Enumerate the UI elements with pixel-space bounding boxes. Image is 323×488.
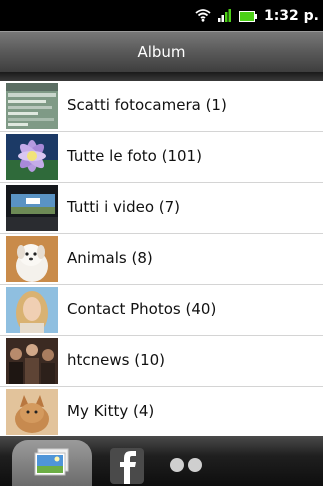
album-row-htcnews[interactable]: htcnews (10) — [0, 336, 323, 387]
album-row-contact-photos[interactable]: Contact Photos (40) — [0, 285, 323, 336]
album-label: Contact Photos (40) — [67, 300, 217, 318]
album-label: Animals (8) — [67, 249, 153, 267]
album-label: Scatti fotocamera (1) — [67, 96, 227, 114]
album-label: Tutti i video (7) — [67, 198, 181, 216]
album-row-my-kitty[interactable]: My Kitty (4) — [0, 387, 323, 436]
album-label: Tutte le foto (101) — [67, 147, 202, 165]
album-label: My Kitty (4) — [67, 402, 155, 420]
photo-gallery-icon — [34, 448, 70, 482]
album-thumbnail-flower — [6, 134, 58, 180]
album-thumbnail-white-dog — [6, 236, 58, 282]
album-thumbnail-crowd — [6, 338, 58, 384]
album-thumbnail-camera-shot — [6, 83, 58, 129]
signal-icon — [217, 7, 232, 26]
album-thumbnail-kitten — [6, 389, 58, 435]
status-bar: 1:32 p. — [0, 0, 323, 31]
album-row-animals[interactable]: Animals (8) — [0, 234, 323, 285]
title-bar: Album — [0, 31, 323, 72]
tab-flickr[interactable] — [160, 440, 220, 486]
header-divider — [0, 72, 323, 81]
wifi-icon — [195, 7, 211, 26]
tab-gallery[interactable] — [12, 440, 92, 486]
bottom-tab-bar — [0, 436, 323, 486]
status-icons: 1:32 p. — [195, 7, 319, 25]
flickr-icon — [166, 457, 208, 477]
page-title: Album — [137, 43, 186, 61]
facebook-icon — [110, 448, 144, 488]
album-thumbnail-car-window — [6, 185, 58, 231]
battery-icon — [238, 7, 257, 26]
album-row-tutte-le-foto[interactable]: Tutte le foto (101) — [0, 132, 323, 183]
album-thumbnail-blonde-woman — [6, 287, 58, 333]
status-time: 1:32 p. — [263, 8, 319, 24]
album-list[interactable]: Scatti fotocamera (1) Tutte le foto (101… — [0, 81, 323, 436]
tab-facebook[interactable] — [100, 440, 160, 486]
album-row-scatti-fotocamera[interactable]: Scatti fotocamera (1) — [0, 81, 323, 132]
album-row-tutti-i-video[interactable]: Tutti i video (7) — [0, 183, 323, 234]
album-label: htcnews (10) — [67, 351, 166, 369]
